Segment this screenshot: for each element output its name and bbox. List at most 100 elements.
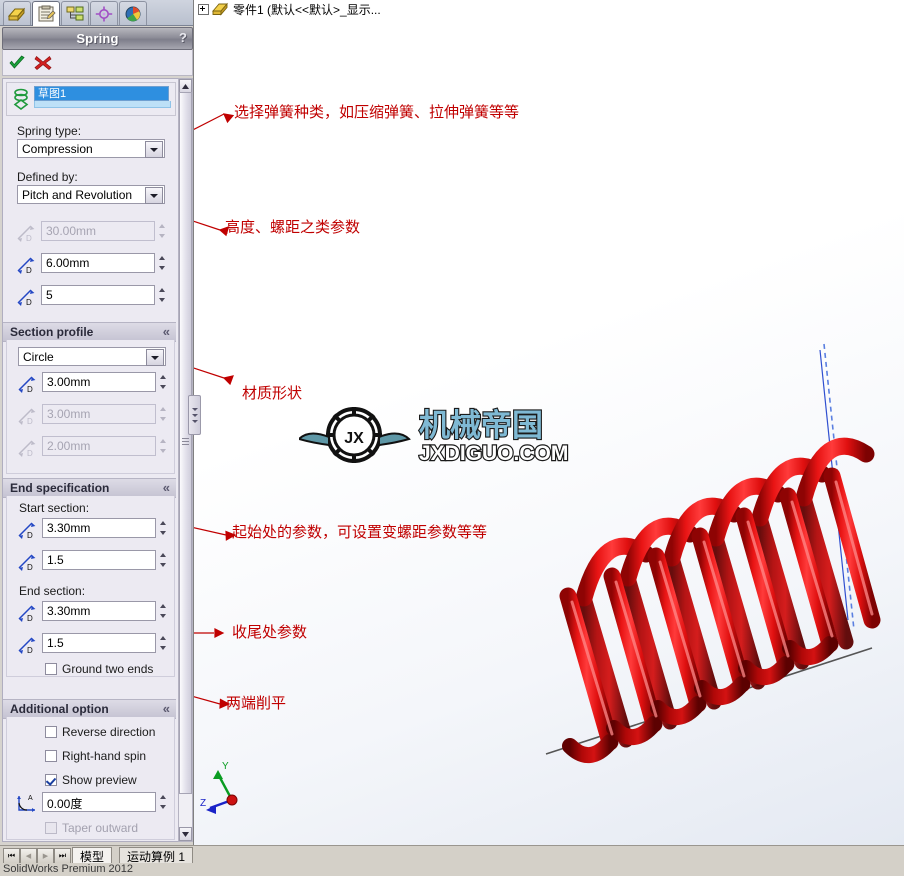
property-manager-tab[interactable] [32,1,60,26]
start-revolutions-stepper[interactable] [159,551,168,569]
start-diameter-input[interactable]: 3.30mm [42,518,156,538]
svg-text:A: A [28,795,33,802]
diameter-icon: D [16,551,38,571]
scroll-up-arrow-icon[interactable] [179,79,192,93]
sketch-profile-icon [11,88,31,110]
additional-option-title: Additional option [10,702,109,716]
spring-type-select[interactable]: Compression [17,139,165,158]
start-diameter-stepper[interactable] [159,519,168,537]
watermark-url-text: JXDIGUO.COM [419,442,568,465]
feature-tree-icon [7,5,27,23]
diameter-icon: D [16,373,38,393]
part-document-icon [212,1,230,19]
start-revolutions-row: D 1.5 [16,550,176,572]
checkbox-box [45,822,57,834]
checkbox-box [45,774,57,786]
nav-next-icon: ▶ [43,852,48,860]
chevron-up-icon[interactable]: « [163,324,170,339]
svg-text:D: D [27,531,33,539]
expand-plus-icon[interactable] [198,4,209,15]
additional-option-header[interactable]: Additional option « [3,699,176,719]
nav-prev-button[interactable]: ◀ [20,848,37,864]
chevron-up-icon[interactable]: « [163,480,170,495]
spring-type-value: Compression [22,142,93,156]
end-diameter-input[interactable]: 3.30mm [42,601,156,621]
chevron-down-icon[interactable] [146,349,164,366]
axis-triad: Y Z [198,758,268,824]
anno-end: 收尾处参数 [232,621,307,642]
param-pitch-stepper[interactable] [158,254,167,272]
scroll-down-arrow-icon[interactable] [179,827,192,841]
panel-splitter-handle[interactable] [188,395,201,435]
clipboard-icon [36,5,56,23]
watermark-cn-text: 机械帝国 [419,408,543,443]
nav-next-button[interactable]: ▶ [37,848,54,864]
diameter-icon: D [16,634,38,654]
taper-angle-stepper[interactable] [159,793,168,811]
svg-text:JX: JX [344,430,364,447]
param-revolutions-input[interactable]: 5 [41,285,155,305]
section-diameter-input[interactable]: 3.00mm [42,372,156,392]
tab-motion-study[interactable]: 运动算例 1 [119,847,193,864]
defined-by-select[interactable]: Pitch and Revolution [17,185,165,204]
flyout-feature-tree[interactable]: 零件1 (默认<<默认>_显示... [198,1,381,18]
section-diameter-row: D 3.00mm [16,372,176,394]
taper-angle-input[interactable]: 0.00度 [42,792,156,812]
end-diameter-stepper[interactable] [159,602,168,620]
nav-first-button[interactable]: ⏮ [3,848,20,864]
configuration-manager-tab[interactable] [61,1,89,25]
show-preview-label: Show preview [62,773,137,787]
anno-spring-type: 选择弹簧种类，如压缩弹簧、拉伸弹簧等等 [234,101,519,122]
end-diameter-row: D 3.30mm [16,601,176,623]
defined-by-label: Defined by: [17,170,78,184]
display-manager-tab[interactable] [119,1,147,25]
graphics-viewport[interactable]: 零件1 (默认<<默认>_显示... [194,0,904,845]
svg-text:D: D [27,563,33,571]
help-icon[interactable]: ? [179,30,187,45]
end-section-label: End section: [19,584,85,598]
feature-tree-tab[interactable] [3,1,31,25]
nav-last-button[interactable]: ⏭ [54,848,71,864]
end-specification-header[interactable]: End specification « [3,478,176,498]
svg-text:D: D [26,234,32,242]
selected-sketch-field[interactable]: 草图1 [34,86,169,101]
diameter-icon: D [16,437,38,457]
tab-model[interactable]: 模型 [72,847,112,864]
section-third-input: 2.00mm [42,436,156,456]
start-revolutions-input[interactable]: 1.5 [42,550,156,570]
tab-motion-study-label: 运动算例 1 [127,848,185,865]
section-second-stepper [159,405,168,423]
chevron-down-icon[interactable] [145,141,163,158]
axis-y-label: Y [222,761,229,772]
section-profile-body: Circle D 3.00mm [6,340,175,474]
section-shape-select[interactable]: Circle [18,347,166,366]
svg-text:D: D [27,385,33,393]
selection-list-area[interactable] [34,101,171,108]
anno-height-pitch: 高度、螺距之类参数 [225,216,360,237]
property-manager-scrollbar[interactable] [178,78,193,842]
additional-option-body: Reverse direction Right-hand spin Show p… [6,717,175,840]
site-watermark: JX 机械帝国 JXDIGUO.COM [299,403,599,465]
chevron-down-icon[interactable] [145,187,163,204]
end-revolutions-stepper[interactable] [159,634,168,652]
chevron-up-icon[interactable]: « [163,701,170,716]
property-manager-title-bar: Spring ? [2,27,193,50]
section-profile-header[interactable]: Section profile « [3,322,176,342]
confirm-button[interactable] [7,53,27,72]
diameter-icon: D [16,405,38,425]
display-sphere-icon [123,5,143,23]
param-pitch-input[interactable]: 6.00mm [41,253,155,273]
scrollbar-thumb[interactable] [179,92,192,794]
profile-selection-row: 草图1 [6,82,176,116]
spring-model[interactable] [524,330,904,780]
dimxpert-manager-tab[interactable] [90,1,118,25]
nav-last-icon: ⏭ [59,851,66,861]
param-pitch-row: D 6.00mm [15,253,175,275]
anno-start: 起始处的参数，可设置变螺距参数等等 [232,521,487,542]
param-revolutions-stepper[interactable] [158,286,167,304]
section-diameter-stepper[interactable] [159,373,168,391]
defined-by-value: Pitch and Revolution [22,188,132,202]
section-second-input: 3.00mm [42,404,156,424]
end-revolutions-input[interactable]: 1.5 [42,633,156,653]
cancel-button[interactable] [33,53,53,72]
